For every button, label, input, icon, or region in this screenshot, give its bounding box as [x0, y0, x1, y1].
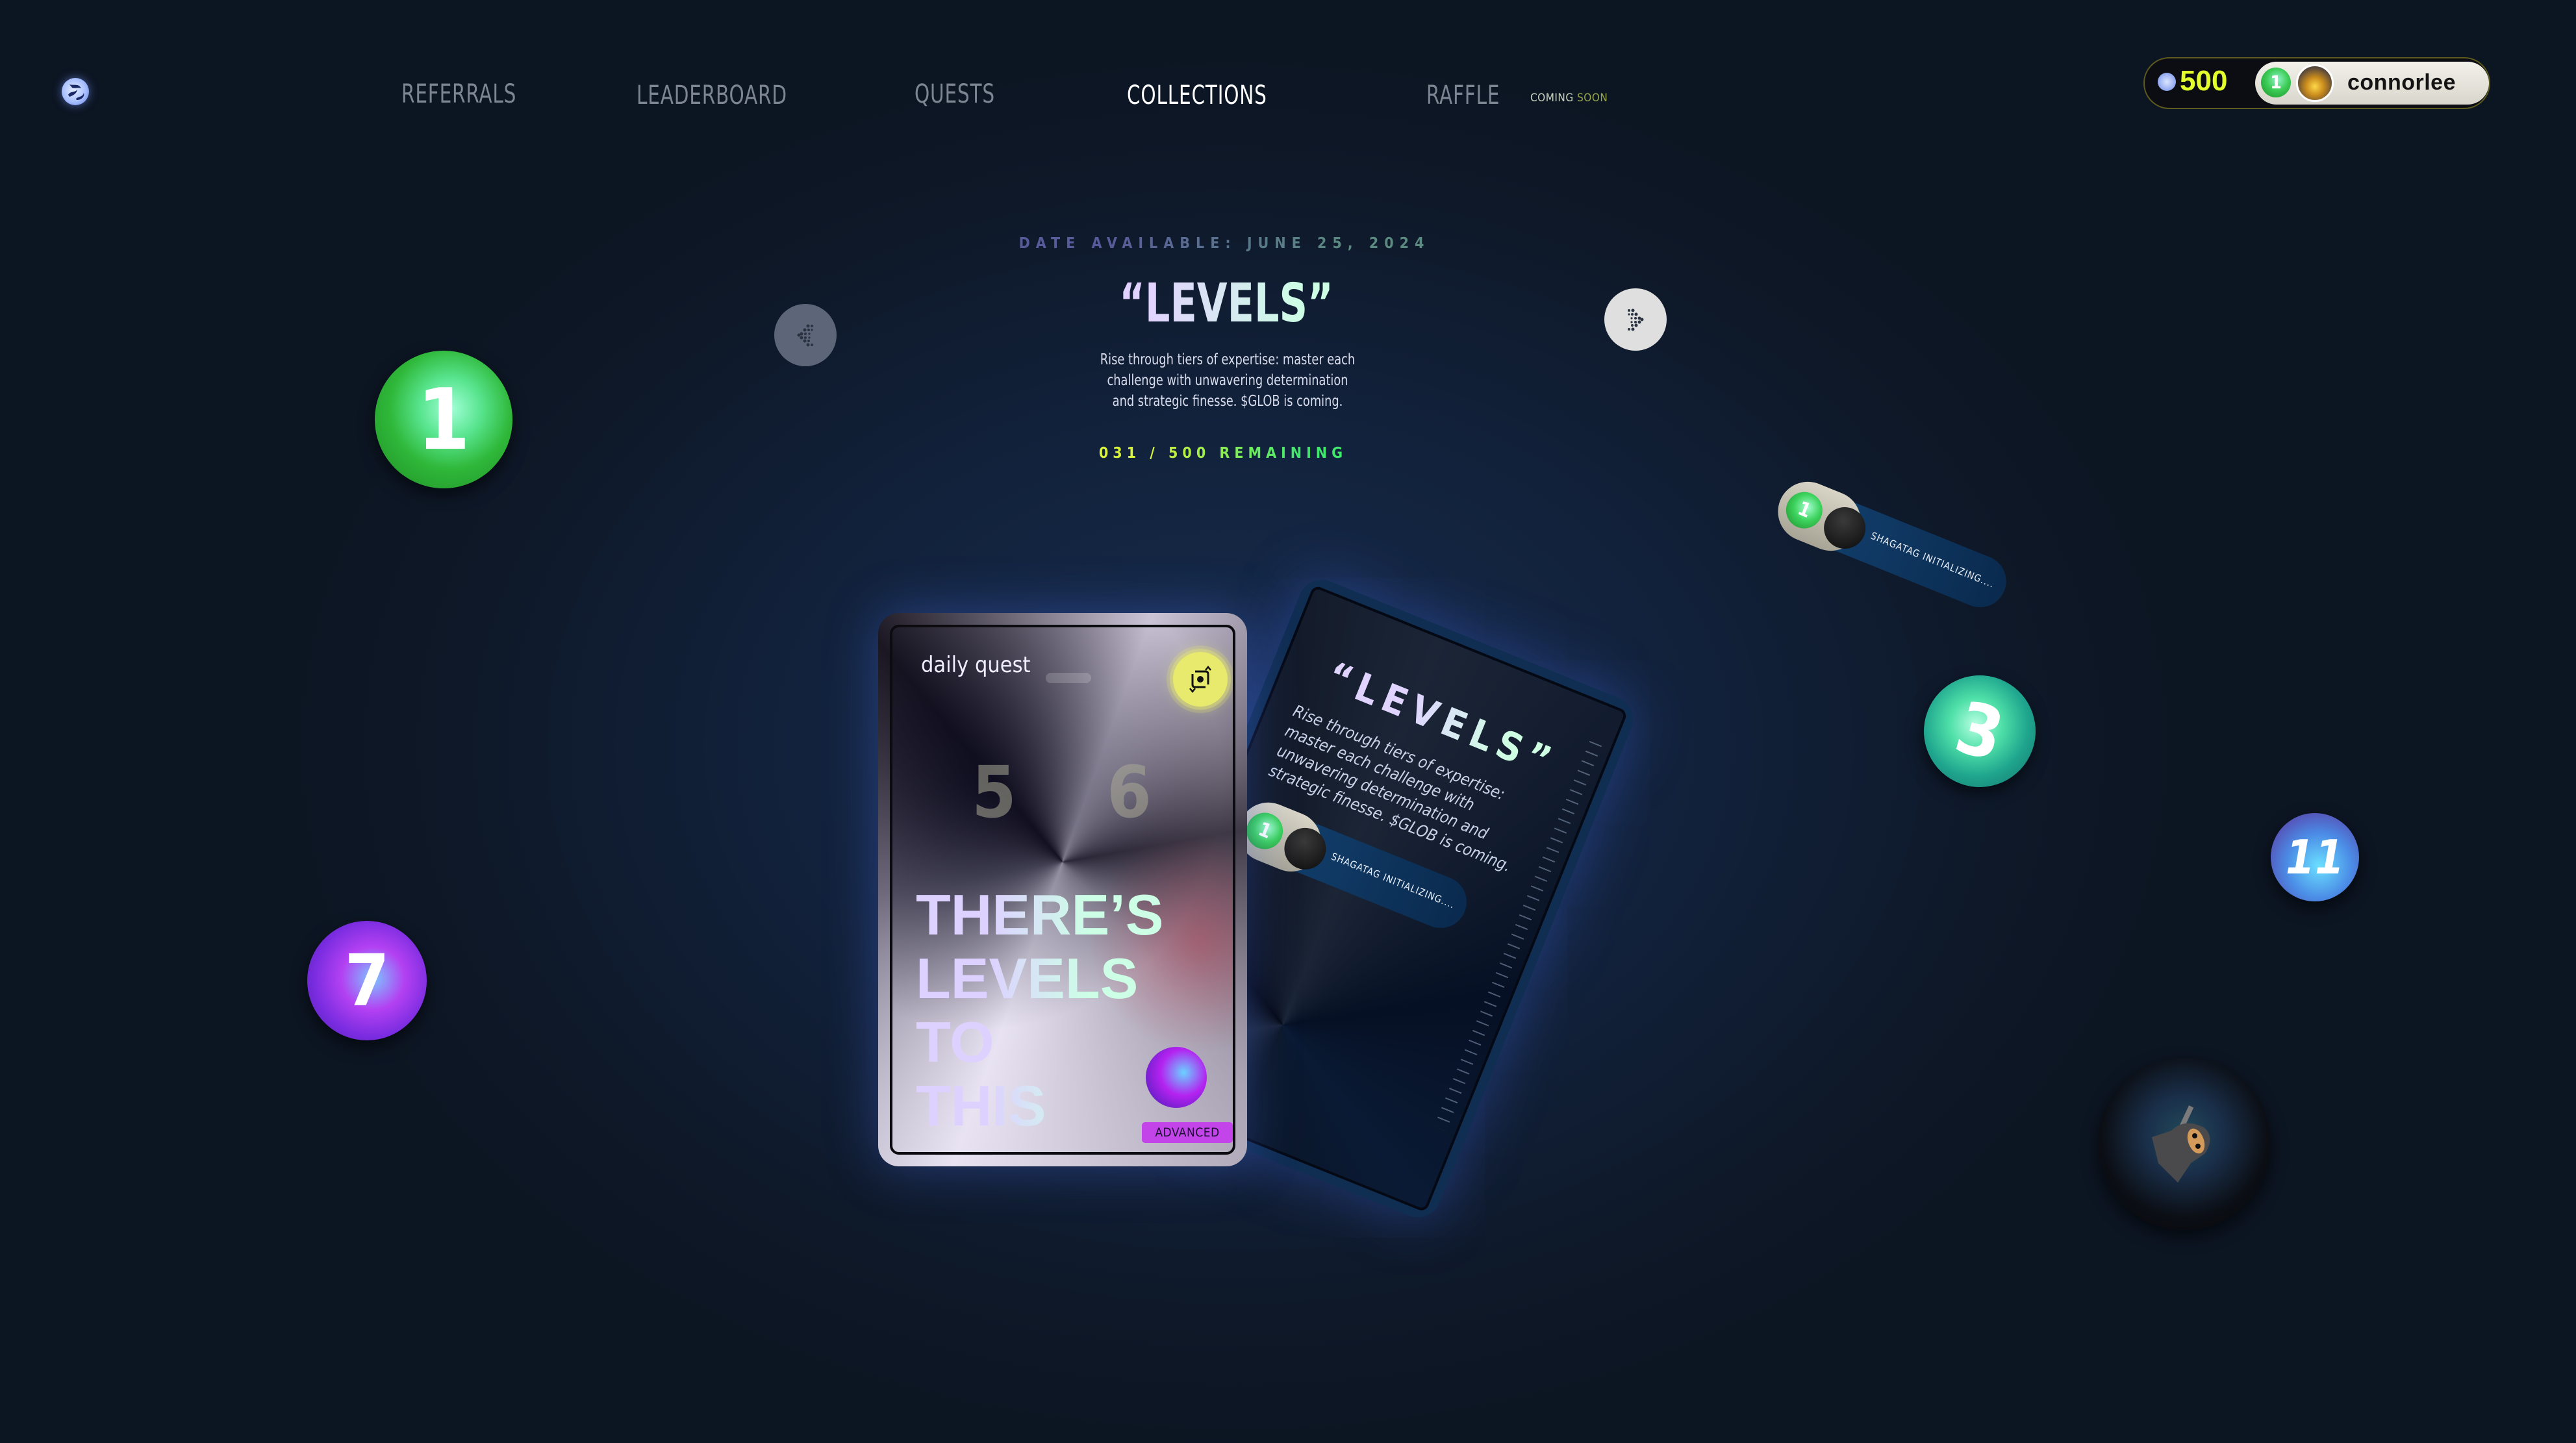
points-globe-icon — [2158, 73, 2176, 91]
next-collection-button[interactable] — [1604, 288, 1667, 351]
headline-line: THIS — [916, 1073, 1046, 1138]
card-headline: THERE’S LEVELS TO THIS — [916, 883, 1163, 1138]
coming-text: COMING — [1530, 92, 1574, 105]
level-7-ball: 7 — [307, 921, 427, 1040]
nav-quests[interactable]: QUESTS — [915, 79, 995, 109]
username: connorlee — [2347, 70, 2456, 95]
collection-description: Rise through tiers of expertise: master … — [1100, 351, 1356, 410]
points-balance: 500 — [2180, 65, 2228, 97]
card-handle — [1046, 673, 1091, 683]
card-front-face: daily quest 5 6 THERE’S LEVELS TO THIS A… — [890, 625, 1235, 1155]
headline-line: LEVELS — [916, 946, 1139, 1010]
bg-ball-number: 6 — [1107, 751, 1152, 834]
nav-collections[interactable]: COLLECTIONS — [1127, 81, 1267, 110]
level-1-ball: 1 — [375, 351, 512, 488]
coming-soon-badge: COMING SOON — [1530, 92, 1608, 105]
user-level-badge: 1 — [2261, 68, 2291, 97]
nav-leaderboard[interactable]: LEADERBOARD — [637, 81, 787, 110]
bg-ball-number: 5 — [972, 751, 1017, 834]
nav-referrals[interactable]: REFERRALS — [401, 79, 516, 109]
ball-label: 3 — [1947, 685, 2012, 777]
avatar[interactable] — [2296, 64, 2334, 102]
level-3-ball: 3 — [1911, 662, 2049, 800]
collection-card-front[interactable]: daily quest 5 6 THERE’S LEVELS TO THIS A… — [878, 613, 1247, 1166]
ninja-ball — [2098, 1057, 2271, 1230]
glowing-orb — [1146, 1047, 1207, 1108]
dotted-arrow-right-icon — [1628, 308, 1644, 331]
ninja-icon — [2152, 1105, 2210, 1183]
soon-text: SOON — [1577, 92, 1608, 105]
globe-logo-icon — [68, 84, 84, 100]
remaining-count: 031 / 500 REMAINING — [0, 445, 2446, 462]
ball-label: 1 — [417, 370, 470, 469]
rotate-sync-icon — [1189, 665, 1211, 694]
flip-card-button[interactable] — [1173, 652, 1228, 707]
nav-raffle[interactable]: RAFFLE — [1426, 81, 1500, 110]
previous-collection-button[interactable] — [774, 304, 837, 366]
level-11-ball: 11 — [2271, 813, 2359, 901]
ball-label: 11 — [2285, 830, 2345, 885]
date-available: DATE AVAILABLE: JUNE 25, 2024 — [0, 235, 2449, 252]
difficulty-badge: ADVANCED — [1142, 1122, 1233, 1143]
collection-title: “LEVELS” — [221, 273, 2232, 334]
headline-line: TO — [916, 1010, 994, 1074]
ball-label: 7 — [344, 939, 390, 1022]
logo[interactable] — [62, 78, 89, 105]
headline-line: THERE’S — [916, 883, 1164, 947]
daily-quest-label: daily quest — [921, 652, 1031, 678]
dotted-arrow-left-icon — [797, 324, 813, 347]
shagatag-toggle[interactable]: 1 SHAGATAG INITIALIZING.... — [1769, 473, 2015, 619]
